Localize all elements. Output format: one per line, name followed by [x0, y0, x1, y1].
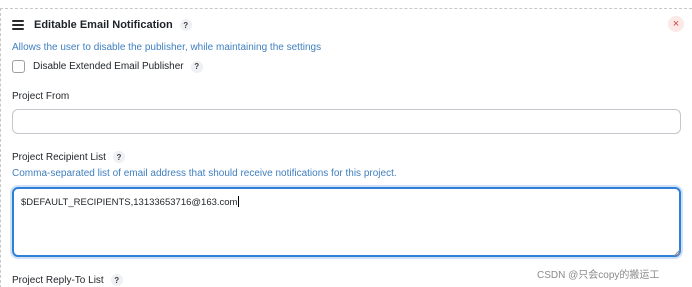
disable-publisher-row: Disable Extended Email Publisher ?	[12, 60, 203, 73]
watermark: CSDN @只会copy的搬运工	[537, 270, 660, 281]
disable-publisher-label[interactable]: Disable Extended Email Publisher	[33, 61, 184, 72]
text-caret	[238, 196, 240, 207]
resize-grip-icon[interactable]	[673, 249, 681, 257]
project-from-input[interactable]	[12, 109, 681, 134]
recipient-list-label-text: Project Recipient List	[12, 151, 106, 163]
reply-to-help-icon[interactable]: ?	[110, 274, 123, 286]
disable-publisher-checkbox[interactable]	[12, 60, 25, 73]
close-icon[interactable]: ×	[668, 16, 684, 32]
settings-description: Allows the user to disable the publisher…	[12, 42, 322, 53]
drag-handle-icon[interactable]	[12, 20, 24, 30]
reply-to-label-text: Project Reply-To List	[12, 274, 104, 286]
recipient-help-icon[interactable]: ?	[112, 151, 125, 163]
recipient-list-label: Project Recipient List ?	[12, 151, 125, 163]
publisher-header: Editable Email Notification ?	[12, 17, 192, 33]
project-from-label-text: Project From	[12, 91, 70, 102]
disable-help-icon[interactable]: ?	[190, 60, 203, 73]
recipient-list-value: $DEFAULT_RECIPIENTS,13133653716@163.com	[21, 197, 238, 208]
reply-to-label: Project Reply-To List ?	[12, 274, 123, 286]
title-help-icon[interactable]: ?	[179, 19, 192, 31]
publisher-title: Editable Email Notification	[34, 19, 173, 31]
recipient-list-textarea[interactable]: $DEFAULT_RECIPIENTS,13133653716@163.com	[12, 187, 681, 257]
recipient-list-description: Comma-separated list of email address th…	[12, 168, 397, 179]
project-from-label: Project From	[12, 91, 69, 102]
